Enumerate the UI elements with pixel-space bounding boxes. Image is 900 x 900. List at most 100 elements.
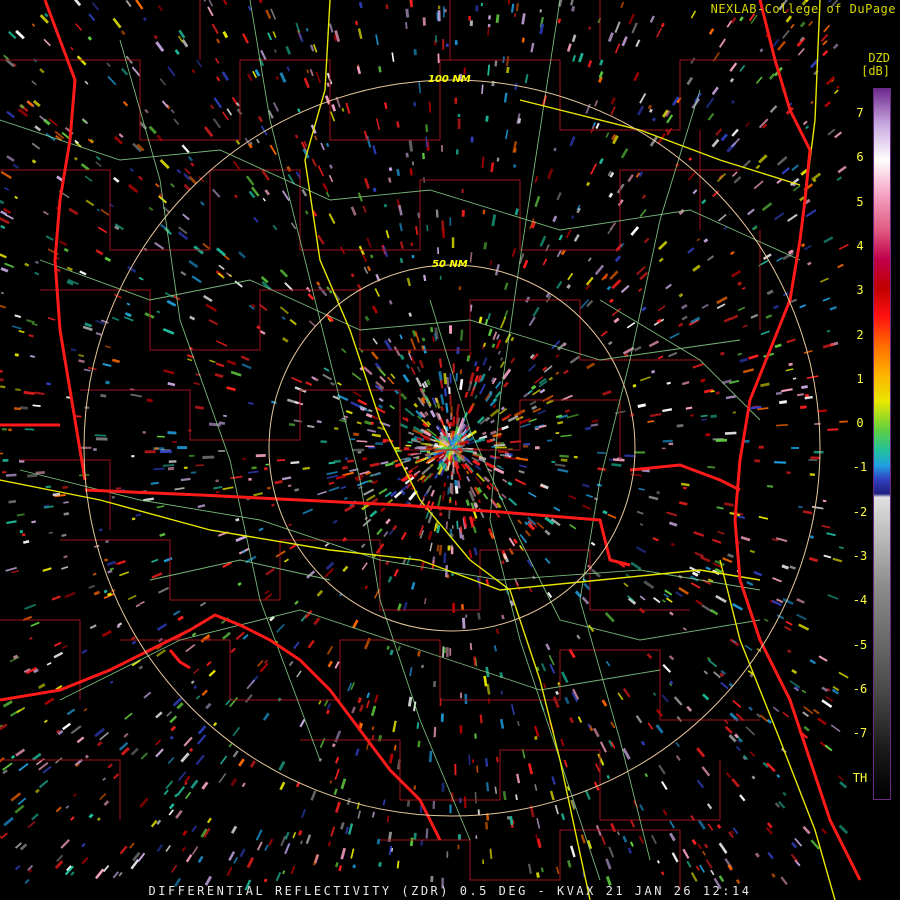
radar-echo (290, 461, 300, 465)
radar-echo (521, 37, 525, 43)
radar-echo (369, 462, 380, 468)
radar-echo (455, 403, 460, 416)
radar-echo (651, 117, 657, 122)
radar-echo (21, 533, 26, 537)
radar-echo (786, 649, 792, 654)
radar-echo (555, 431, 560, 435)
radar-echo (94, 434, 107, 437)
radar-echo (737, 514, 746, 520)
radar-echo (438, 371, 443, 382)
radar-echo (707, 465, 716, 469)
radar-echo (597, 467, 606, 472)
radar-echo (439, 512, 443, 517)
radar-echo (352, 864, 357, 869)
credit-text: NEXLAB-College of DuPage (710, 2, 896, 16)
radar-echo (710, 414, 717, 419)
radar-echo (571, 5, 576, 12)
radar-echo (23, 390, 35, 396)
radar-echo (434, 442, 439, 447)
radar-echo (388, 300, 393, 305)
radar-echo (431, 556, 436, 564)
radar-echo (436, 544, 440, 552)
radar-echo (388, 167, 393, 172)
radar-echo (328, 461, 336, 465)
radar-echo (307, 424, 315, 428)
radar-echo (474, 791, 477, 804)
radar-echo (488, 390, 493, 395)
radar-echo (442, 646, 445, 658)
radar-echo (115, 487, 122, 490)
radar-echo (63, 501, 69, 504)
radar-echo (515, 794, 518, 801)
radar-echo (105, 540, 110, 544)
radar-echo (517, 720, 520, 727)
radar-echo (388, 177, 392, 183)
radar-echo (159, 532, 166, 537)
radar-echo (700, 418, 708, 421)
radar-echo (434, 445, 443, 448)
radar-echo (63, 512, 70, 516)
radar-echo (482, 209, 486, 215)
radar-echo (611, 463, 622, 467)
radar-echo (397, 645, 401, 652)
radar-echo (750, 405, 762, 410)
radar-echo (263, 878, 268, 883)
radar-echo (425, 828, 429, 839)
radar-echo (388, 753, 394, 764)
radar-echo (302, 466, 310, 471)
radar-echo (84, 754, 90, 759)
radar-echo (479, 714, 483, 724)
radar-echo (328, 481, 335, 486)
radar-echo (359, 407, 366, 412)
colorbar (873, 88, 891, 800)
radar-echo (435, 209, 439, 218)
radar-echo (666, 381, 671, 385)
radar-echo (335, 862, 339, 868)
radar-echo (485, 758, 489, 767)
radar-echo (728, 682, 734, 688)
radar-echo (445, 521, 448, 530)
radar-echo (469, 642, 473, 651)
radar-echo (720, 351, 725, 356)
radar-echo (274, 479, 283, 485)
radar-echo (405, 22, 408, 29)
radar-echo (491, 214, 497, 227)
radar-echo (396, 168, 401, 177)
radar-echo (473, 547, 478, 556)
radar-echo (24, 262, 30, 267)
radar-echo (251, 466, 257, 470)
radar-echo (19, 406, 28, 410)
radar-echo (514, 13, 517, 18)
colorbar-label: 2 (856, 327, 864, 342)
radar-echo (540, 867, 544, 873)
radar-echo (590, 423, 599, 427)
radar-echo (428, 101, 432, 113)
radar-echo (759, 48, 764, 53)
radar-echo (624, 454, 636, 458)
radar-echo (501, 614, 505, 620)
radar-echo (413, 49, 417, 56)
radar-echo (340, 822, 345, 830)
radar-echo (637, 403, 647, 408)
radar-echo (385, 4, 389, 10)
radar-echo (383, 203, 388, 208)
radar-echo (688, 157, 693, 162)
radar-echo (413, 785, 417, 790)
radar-echo (396, 121, 400, 128)
radar-echo (482, 431, 487, 436)
radar-echo (800, 405, 807, 409)
radar-echo (425, 136, 428, 148)
radar-echo (425, 124, 429, 133)
radar-echo (503, 92, 508, 103)
radar-echo (455, 373, 458, 382)
radar-echo (194, 405, 204, 410)
radar-echo (485, 579, 490, 586)
radar-echo (760, 382, 770, 388)
radar-echo (282, 870, 286, 875)
radar-echo (464, 391, 469, 398)
range-ring-label-100: 100 NM (428, 74, 471, 85)
radar-echo (328, 164, 333, 170)
radar-echo (0, 370, 3, 373)
radar-echo (724, 431, 737, 435)
radar-echo (382, 799, 386, 806)
